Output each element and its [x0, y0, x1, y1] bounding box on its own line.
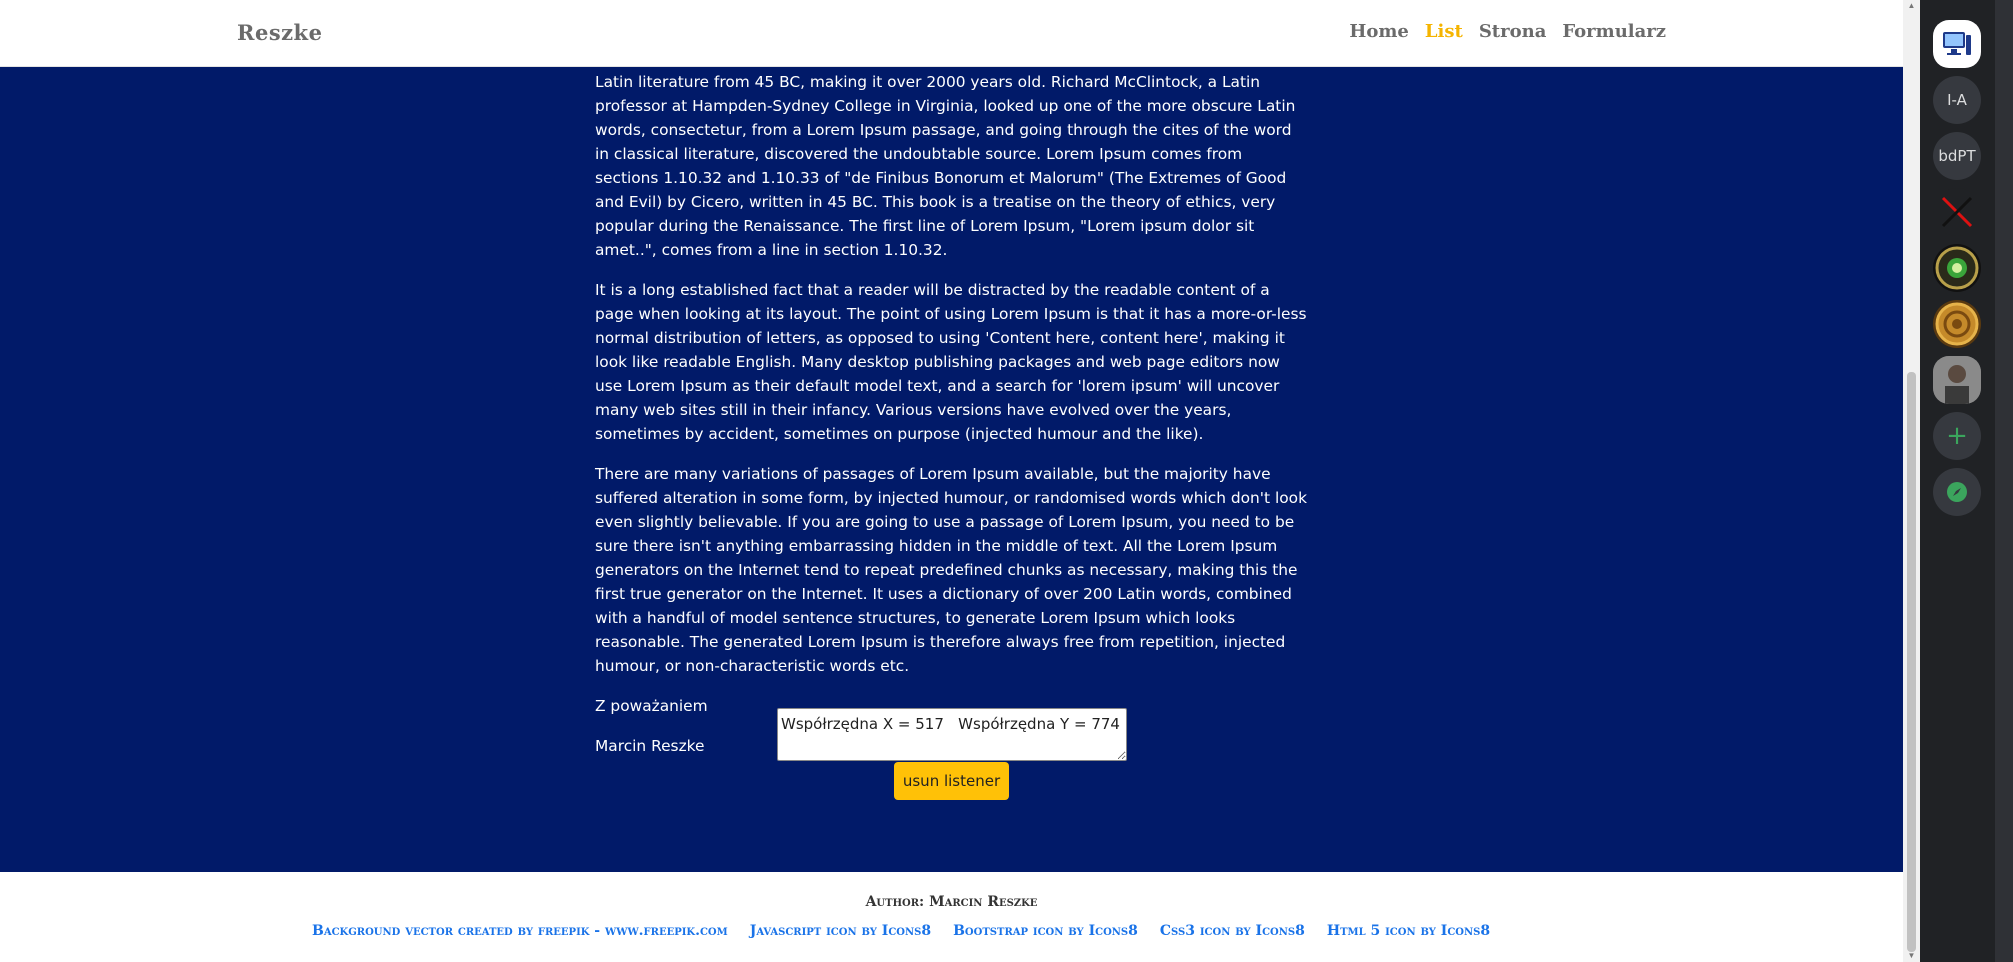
crossed-swords-icon[interactable] — [1933, 188, 1981, 236]
computer-icon[interactable] — [1933, 20, 1981, 68]
add-server-icon[interactable]: + — [1933, 412, 1981, 460]
page-scrollbar[interactable]: ▲ ▼ — [1903, 0, 1920, 962]
page-footer: Author: Marcin Reszke Background vector … — [0, 872, 1903, 962]
nav-links: Home List Strona Formularz — [1349, 21, 1666, 42]
channel-panel-edge — [1995, 0, 2013, 962]
top-navbar: Reszke Home List Strona Formularz — [0, 0, 1903, 67]
compass-icon[interactable] — [1933, 468, 1981, 516]
credit-bootstrap-link[interactable]: Bootstrap icon by Icons8 — [953, 923, 1138, 939]
paragraph-3: There are many variations of passages of… — [595, 465, 1307, 675]
nav-strona-link[interactable]: Strona — [1479, 21, 1547, 42]
credit-freepik-link[interactable]: Background vector created by freepik - w… — [312, 923, 728, 939]
nav-formularz-link[interactable]: Formularz — [1562, 21, 1666, 42]
server-bdpt[interactable]: bdPT — [1933, 132, 1981, 180]
paragraph-1: Latin literature from 45 BC, making it o… — [595, 73, 1296, 259]
coordinates-textarea[interactable]: Współrzędna X = 517 Współrzędna Y = 774 — [777, 708, 1127, 761]
brand-logo[interactable]: Reszke — [237, 20, 322, 45]
scroll-down-icon[interactable]: ▼ — [1907, 952, 1916, 960]
server-ia[interactable]: I-A — [1933, 76, 1981, 124]
author-text: Author: Marcin Reszke — [865, 894, 1038, 910]
scroll-up-icon[interactable]: ▲ — [1907, 2, 1916, 10]
ornament-icon[interactable] — [1933, 300, 1981, 348]
credits-list: Background vector created by freepik - w… — [312, 923, 1490, 939]
paragraph-2: It is a long established fact that a rea… — [595, 281, 1307, 443]
nav-list-link[interactable]: List — [1425, 21, 1463, 42]
credit-javascript-link[interactable]: Javascript icon by Icons8 — [750, 923, 931, 939]
server-emblem-icon[interactable] — [1933, 244, 1981, 292]
credit-css3-link[interactable]: Css3 icon by Icons8 — [1160, 923, 1305, 939]
scrollbar-thumb[interactable] — [1907, 372, 1916, 952]
article-content: Latin literature from 45 BC, making it o… — [595, 70, 1307, 774]
remove-listener-button[interactable]: usun listener — [894, 762, 1009, 800]
user-avatar-icon[interactable] — [1933, 356, 1981, 404]
credit-html5-link[interactable]: Html 5 icon by Icons8 — [1327, 923, 1490, 939]
nav-home-link[interactable]: Home — [1349, 21, 1409, 42]
main-section: Latin literature from 45 BC, making it o… — [0, 66, 1903, 872]
